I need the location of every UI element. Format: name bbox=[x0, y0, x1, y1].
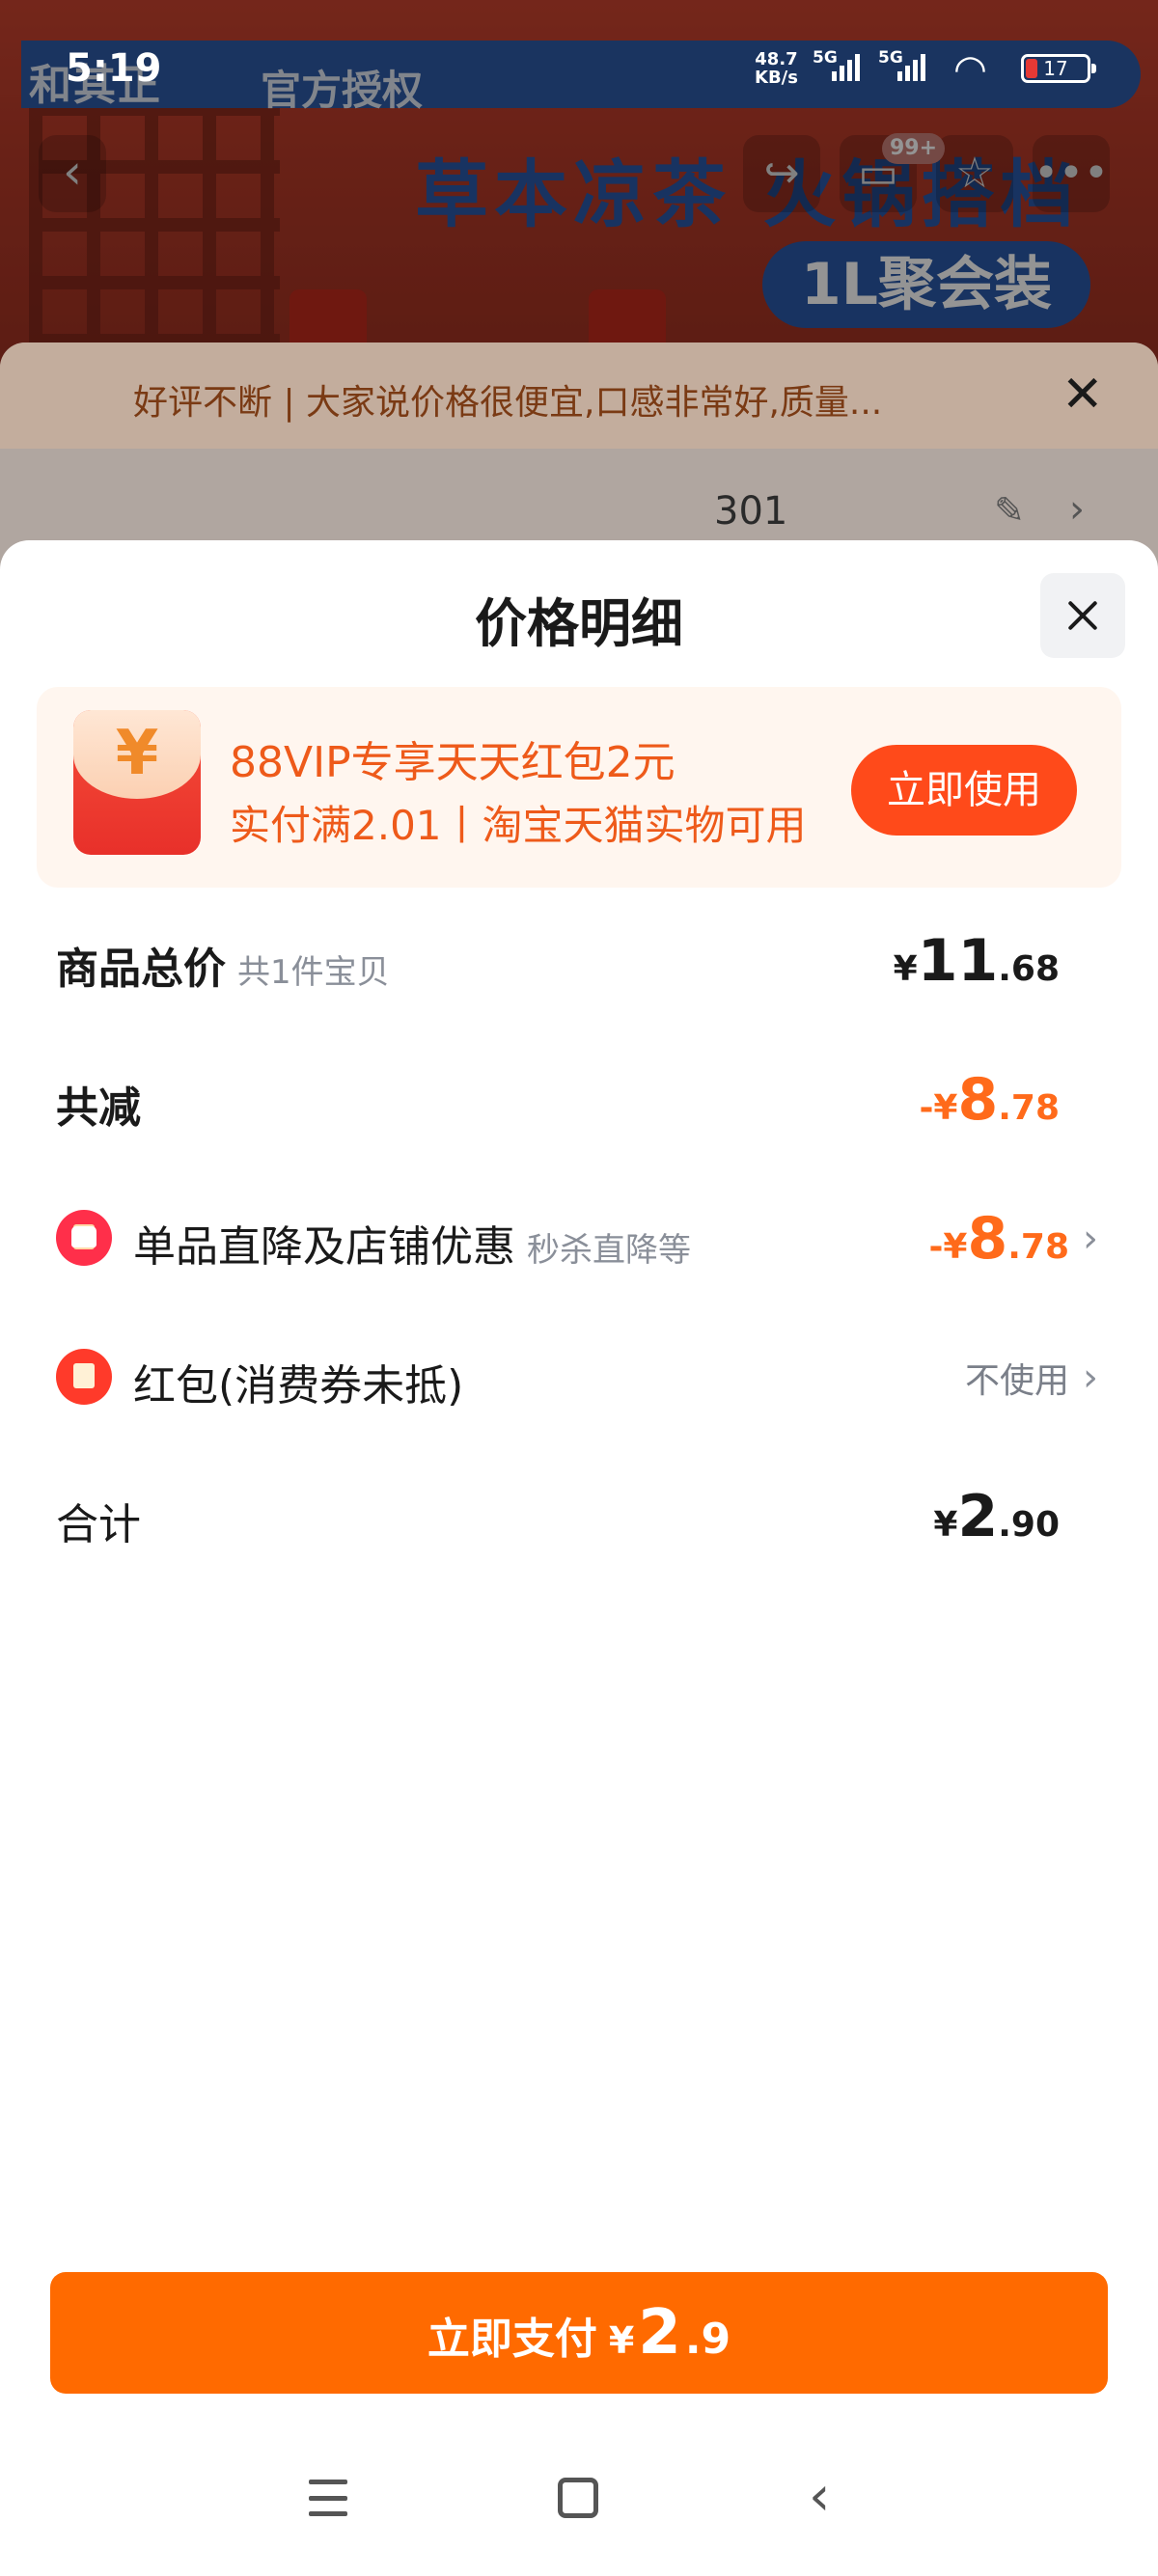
back-icon[interactable]: ‹ bbox=[809, 2470, 830, 2524]
row-red-packet[interactable]: 红包(消费券未抵) 不使用 › bbox=[56, 1339, 1098, 1416]
status-time: 5:19 bbox=[66, 46, 162, 91]
red-packet-small-icon bbox=[56, 1349, 112, 1405]
battery-icon: 17 bbox=[1021, 54, 1096, 83]
sheet-title: 价格明细 bbox=[475, 593, 683, 654]
wifi-icon: ◠ bbox=[953, 47, 987, 92]
row-label: 共减 bbox=[56, 1083, 141, 1133]
row-sum: 合计 ¥2.90 bbox=[56, 1478, 1060, 1555]
chevron-right-icon: › bbox=[1083, 1217, 1098, 1261]
vip-offer-title: 88VIP专享天天红包2元 bbox=[230, 738, 676, 787]
row-sub: 共1件宝贝 bbox=[237, 953, 390, 992]
pay-now-button[interactable]: 立即支付 ¥ 2 .9 bbox=[50, 2272, 1108, 2394]
home-icon[interactable] bbox=[558, 2478, 598, 2518]
address-row[interactable]: 301 ✎ › bbox=[58, 478, 1119, 545]
vip-offer-condition: 实付满2.01丨淘宝天猫实物可用 bbox=[230, 802, 807, 849]
red-packet-value: 不使用 bbox=[964, 1361, 1069, 1401]
row-sub: 秒杀直降等 bbox=[527, 1231, 691, 1270]
edit-icon[interactable]: ✎ bbox=[994, 489, 1025, 532]
net-speed: 48.7 KB/s bbox=[755, 49, 798, 88]
use-now-button[interactable]: 立即使用 bbox=[851, 745, 1077, 836]
notice-close-icon[interactable]: ✕ bbox=[1062, 370, 1104, 420]
vip-red-packet-card: ¥ 88VIP专享天天红包2元 实付满2.01丨淘宝天猫实物可用 立即使用 bbox=[37, 687, 1121, 888]
row-label: 合计 bbox=[56, 1500, 141, 1549]
row-label: 单品直降及店铺优惠 秒杀直降等 bbox=[133, 1222, 691, 1272]
discount-price: -¥8.78 bbox=[928, 1205, 1069, 1273]
system-nav-bar: ‹ bbox=[0, 2441, 1158, 2576]
notice-text: 好评不断 | 大家说价格很便宜,口感非常好,质量... bbox=[133, 383, 883, 423]
pay-label: 立即支付 bbox=[427, 2315, 597, 2364]
notice-bar: 好评不断 | 大家说价格很便宜,口感非常好,质量... ✕ bbox=[0, 343, 1158, 449]
red-packet-icon: ¥ bbox=[73, 710, 201, 855]
price-detail-sheet: 价格明细 ¥ 88VIP专享天天红包2元 实付满2.01丨淘宝天猫实物可用 立即… bbox=[0, 540, 1158, 2576]
row-shop-discount[interactable]: 单品直降及店铺优惠 秒杀直降等 -¥8.78 › bbox=[56, 1200, 1098, 1277]
menu-icon[interactable] bbox=[309, 2480, 347, 2516]
reduction-price: -¥8.78 bbox=[919, 1066, 1060, 1134]
chevron-right-icon: › bbox=[1069, 487, 1085, 532]
close-icon[interactable] bbox=[1040, 573, 1125, 658]
status-bar: 5:19 48.7 KB/s 5G 5G ◠ 17 bbox=[0, 0, 1158, 106]
row-item-total: 商品总价 共1件宝贝 ¥11.68 bbox=[56, 922, 1060, 1000]
signal-icon bbox=[832, 52, 860, 81]
row-label: 红包(消费券未抵) bbox=[133, 1361, 464, 1411]
signal-icon bbox=[897, 52, 925, 81]
sum-price: ¥2.90 bbox=[933, 1483, 1060, 1550]
address-fragment: 301 bbox=[714, 489, 788, 534]
chevron-right-icon: › bbox=[1083, 1356, 1098, 1400]
row-total-reduction: 共减 -¥8.78 bbox=[56, 1061, 1060, 1138]
item-total-price: ¥11.68 bbox=[893, 927, 1060, 995]
row-label: 商品总价 共1件宝贝 bbox=[56, 945, 390, 994]
shop-discount-icon bbox=[56, 1210, 112, 1266]
